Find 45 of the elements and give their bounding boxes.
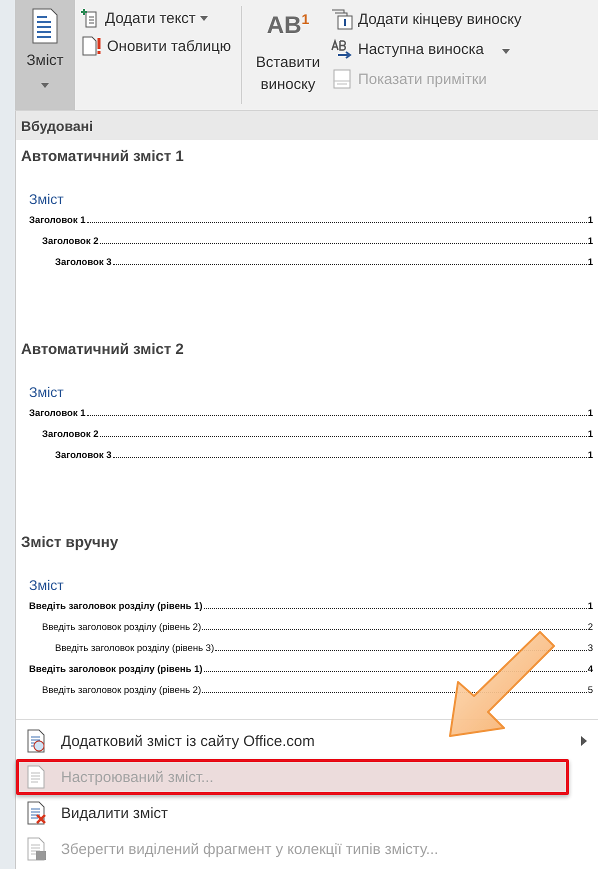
- delete-document-icon: [25, 801, 47, 825]
- page-number: 1: [588, 236, 593, 247]
- page-number: 1: [588, 450, 593, 461]
- next-footnote-icon: [330, 38, 354, 60]
- document-icon: [25, 765, 47, 789]
- toc-entry: Заголовок 3: [55, 257, 112, 268]
- gallery-title: Автоматичний зміст 1: [21, 148, 185, 165]
- toc-entry: Введіть заголовок розділу (рівень 1): [29, 664, 203, 675]
- document-list-icon: [32, 8, 58, 44]
- section-header: Вбудовані: [16, 111, 598, 140]
- insert-footnote-button[interactable]: AB$^{1}$ Вставити виноску: [246, 0, 330, 110]
- toc-entry: Заголовок 3: [55, 450, 112, 461]
- caret-icon: [41, 83, 49, 88]
- toc-entry: Введіть заголовок розділу (рівень 2): [42, 622, 202, 633]
- page-number: 1: [588, 601, 593, 612]
- toc-entry: Введіть заголовок розділу (рівень 1): [29, 601, 203, 612]
- toc-entry: Заголовок 1: [29, 408, 86, 419]
- preview-heading: Зміст: [29, 384, 65, 400]
- menu-item[interactable]: Видалити зміст: [16, 795, 598, 831]
- page-number: 4: [588, 664, 593, 675]
- page-number: 1: [588, 429, 593, 440]
- page-number: 1: [588, 257, 593, 268]
- documents-icon: [330, 8, 354, 30]
- document-globe-icon: [25, 729, 47, 753]
- page-number: 3: [588, 643, 593, 654]
- footnote-command[interactable]: Додати кінцеву виноску: [330, 8, 522, 30]
- page-number: 1: [588, 215, 593, 226]
- toc-entry: Введіть заголовок розділу (рівень 2): [42, 685, 202, 696]
- toc-entry: Заголовок 2: [42, 429, 99, 440]
- page-number: 1: [588, 408, 593, 419]
- toc-entry: Заголовок 2: [42, 236, 99, 247]
- preview-heading: Зміст: [29, 191, 65, 207]
- table-of-contents-button[interactable]: Зміст: [15, 0, 75, 110]
- footnote-command[interactable]: Наступна виноска: [330, 38, 522, 60]
- gallery-title: Автоматичний зміст 2: [21, 341, 185, 358]
- save-document-icon: [25, 837, 47, 861]
- toc-entry: Заголовок 1: [29, 215, 86, 226]
- preview-heading: Зміст: [29, 577, 65, 593]
- gallery-title: Зміст вручну: [21, 534, 120, 551]
- toc-entry: Введіть заголовок розділу (рівень 3): [55, 643, 214, 654]
- update-table-button[interactable]: Оновити таблицю: [81, 36, 231, 56]
- add-text-button[interactable]: Додати текст: [81, 8, 231, 28]
- document-alert-icon: [81, 36, 103, 56]
- page-number: 2: [588, 622, 593, 633]
- page-number: 5: [588, 685, 593, 696]
